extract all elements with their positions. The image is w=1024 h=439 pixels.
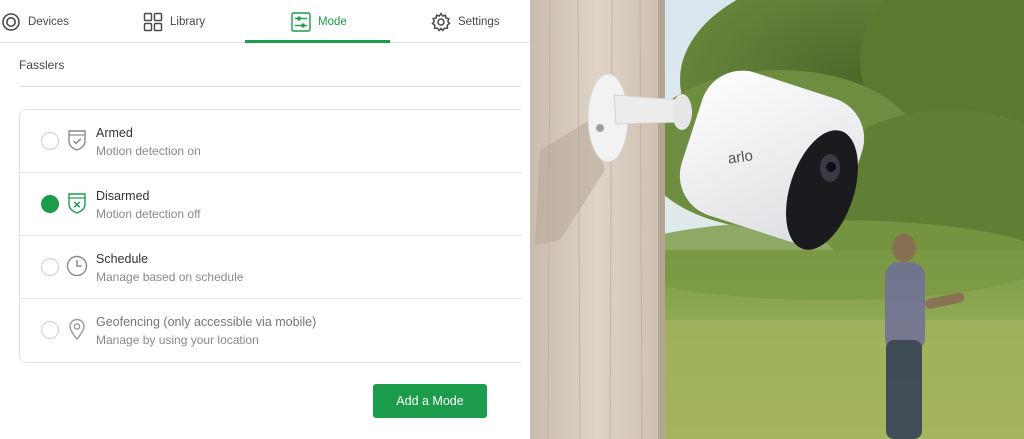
- gear-icon: [430, 11, 452, 33]
- mode-desc-disarmed: Motion detection off: [96, 207, 201, 221]
- mode-desc-geofencing: Manage by using your location: [96, 333, 259, 347]
- mode-desc-schedule: Manage based on schedule: [96, 270, 244, 284]
- mode-radio-schedule[interactable]: [41, 258, 59, 276]
- mode-option-disarmed[interactable]: Disarmed Motion detection off: [20, 173, 522, 236]
- mode-radio-geofencing[interactable]: [41, 321, 59, 339]
- nav-library-label: Library: [170, 15, 206, 28]
- mode-radio-armed[interactable]: [41, 132, 59, 150]
- mode-radio-disarmed[interactable]: [41, 195, 59, 213]
- shield-check-icon: [66, 128, 88, 152]
- sliders-icon: [290, 11, 312, 33]
- section-divider: [19, 86, 521, 87]
- clock-icon: [66, 254, 88, 278]
- mode-option-schedule[interactable]: Schedule Manage based on schedule: [20, 236, 522, 299]
- nav-devices-label: Devices: [28, 15, 69, 28]
- mode-title-armed: Armed: [96, 126, 133, 140]
- mode-desc-armed: Motion detection on: [96, 144, 201, 158]
- add-mode-button[interactable]: Add a Mode: [373, 384, 487, 418]
- library-grid-icon: [142, 11, 164, 33]
- nav-mode-label: Mode: [318, 15, 347, 28]
- location-pin-icon: [66, 317, 88, 341]
- mode-option-geofencing[interactable]: Geofencing (only accessible via mobile) …: [20, 299, 522, 362]
- arlo-mode-panel: Devices Library Mode Settings Fasslers A…: [0, 0, 530, 439]
- devices-icon: [0, 11, 22, 33]
- mode-title-disarmed: Disarmed: [96, 189, 150, 203]
- nav-mode[interactable]: Mode: [290, 0, 347, 43]
- mode-title-schedule: Schedule: [96, 252, 149, 266]
- top-navigation: Devices Library Mode Settings: [0, 0, 530, 43]
- active-tab-indicator: [245, 40, 390, 43]
- camera-brand-logo: arlo: [727, 147, 754, 167]
- location-name: Fasslers: [19, 58, 65, 72]
- camera-product-photo: arlo: [530, 0, 1024, 439]
- nav-library[interactable]: Library: [142, 0, 205, 43]
- shield-x-icon: [66, 191, 88, 215]
- nav-devices[interactable]: Devices: [0, 0, 69, 43]
- nav-settings-label: Settings: [458, 15, 500, 28]
- photo-scene: arlo: [530, 0, 1024, 439]
- mode-title-geofencing: Geofencing (only accessible via mobile): [96, 315, 317, 329]
- mode-list: Armed Motion detection on Disarmed Motio…: [19, 109, 522, 363]
- mode-option-armed[interactable]: Armed Motion detection on: [20, 110, 522, 173]
- nav-settings[interactable]: Settings: [430, 0, 500, 43]
